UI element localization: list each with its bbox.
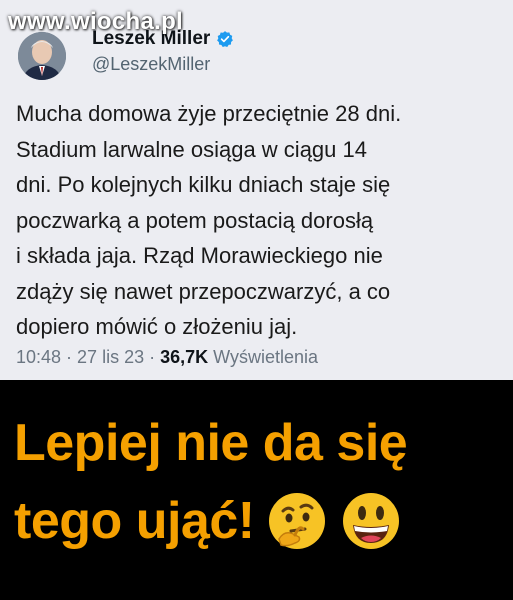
views-label: Wyświetlenia: [213, 347, 319, 367]
grinning-face-icon: [339, 489, 403, 553]
caption-line-2: tego ująć!: [14, 492, 255, 550]
views-count: 36,7K: [160, 347, 209, 367]
caption-line-1: Lepiej nie da się: [14, 414, 408, 472]
meta-separator: ·: [66, 347, 73, 367]
author-handle[interactable]: @LeszekMiller: [92, 54, 210, 75]
tweet-card: Leszek Miller @LeszekMiller Mucha domowa…: [0, 0, 513, 380]
verified-badge-icon: [216, 30, 234, 48]
tweet-text-line: dni. Po kolejnych kilku dniach staje się: [16, 172, 391, 197]
tweet-text-line: Stadium larwalne osiąga w ciągu 14: [16, 136, 367, 162]
tweet-text-line: i składa jaja. Rząd Morawieckiego nie: [16, 243, 383, 268]
thinking-face-icon: [265, 489, 329, 553]
meme-caption: Lepiej nie da się tego ująć!: [14, 404, 504, 560]
tweet-text-line: dopiero mówić o złożeniu jaj.: [16, 314, 298, 339]
avatar[interactable]: [18, 32, 66, 80]
tweet-meta: 10:48 · 27 lis 23 · 36,7K Wyświetlenia: [16, 347, 318, 368]
tweet-time[interactable]: 10:48: [16, 347, 61, 368]
tweet-text: Mucha domowa żyje przeciętnie 28 dni. St…: [16, 96, 496, 345]
tweet-date[interactable]: 27 lis 23: [77, 347, 144, 368]
tweet-text-line: zdąży się nawet przepoczwarzyć, a co: [16, 278, 391, 304]
avatar-image: [18, 32, 66, 80]
watermark: www.wiocha.pl: [8, 8, 184, 35]
tweet-text-line: Mucha domowa żyje przeciętnie 28 dni.: [16, 101, 402, 126]
caption-line-2-row: tego ująć!: [14, 482, 504, 560]
meta-separator: ·: [149, 347, 156, 367]
tweet-text-line: poczwarką a potem postacią dorosłą: [16, 207, 374, 233]
